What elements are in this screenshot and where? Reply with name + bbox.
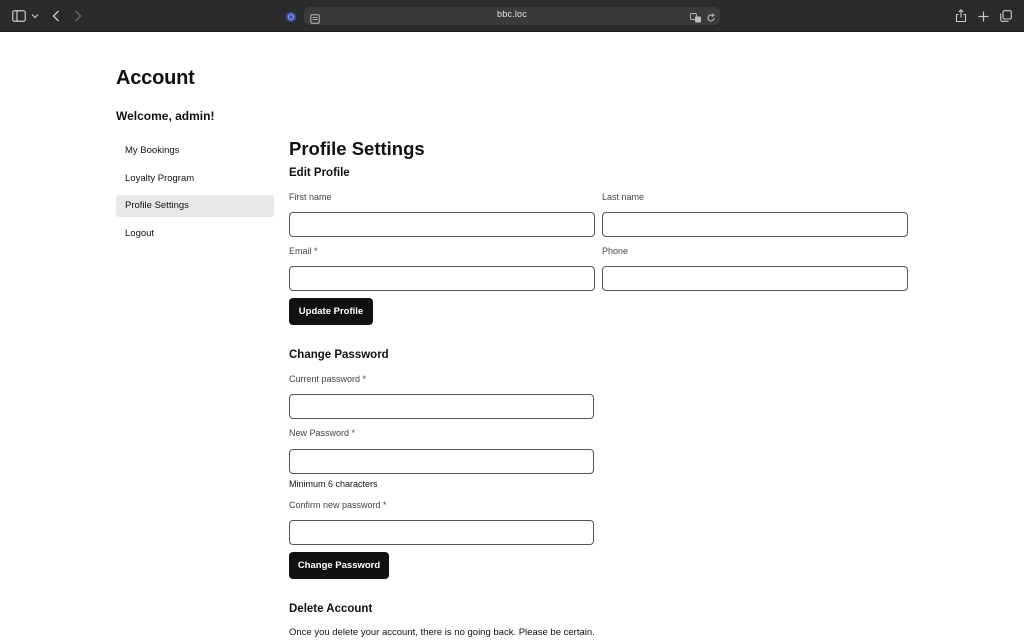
delete-account-warning: Once you delete your account, there is n… bbox=[289, 627, 595, 638]
page-title: Account bbox=[116, 67, 195, 89]
profile-settings-heading: Profile Settings bbox=[289, 138, 425, 159]
email-label: Email * bbox=[289, 246, 318, 256]
address-bar[interactable]: bbc.loc bbox=[304, 7, 720, 25]
chevron-down-icon[interactable] bbox=[30, 6, 40, 26]
confirm-password-input[interactable] bbox=[289, 520, 594, 545]
current-password-input[interactable] bbox=[289, 394, 594, 419]
phone-label: Phone bbox=[602, 246, 629, 256]
confirm-password-label: Confirm new password * bbox=[289, 500, 387, 510]
reload-icon[interactable] bbox=[706, 10, 716, 28]
sidebar-item-logout[interactable]: Logout bbox=[116, 223, 274, 245]
password-hint: Minimum 6 characters bbox=[289, 479, 378, 489]
url-text: bbc.loc bbox=[497, 9, 527, 19]
back-icon[interactable] bbox=[50, 6, 62, 26]
new-password-label: New Password * bbox=[289, 428, 356, 438]
first-name-label: First name bbox=[289, 192, 332, 202]
change-password-button[interactable]: Change Password bbox=[289, 552, 389, 579]
new-tab-icon[interactable] bbox=[976, 6, 990, 26]
browser-toolbar: bbc.loc bbox=[0, 0, 1024, 32]
account-sidebar: My Bookings Loyalty Program Profile Sett… bbox=[116, 140, 274, 250]
forward-icon[interactable] bbox=[72, 6, 84, 26]
phone-input[interactable] bbox=[602, 266, 908, 291]
delete-account-heading: Delete Account bbox=[289, 603, 373, 615]
sidebar-item-loyalty-program[interactable]: Loyalty Program bbox=[116, 168, 274, 190]
update-profile-button[interactable]: Update Profile bbox=[289, 298, 373, 325]
sidebar-icon[interactable] bbox=[11, 6, 27, 26]
last-name-label: Last name bbox=[602, 192, 645, 202]
current-password-label: Current password * bbox=[289, 374, 367, 384]
sidebar-item-my-bookings[interactable]: My Bookings bbox=[116, 140, 274, 162]
share-icon[interactable] bbox=[954, 6, 968, 26]
tabs-overview-icon[interactable] bbox=[999, 6, 1013, 26]
last-name-input[interactable] bbox=[602, 212, 908, 237]
shield-icon[interactable] bbox=[285, 10, 297, 28]
welcome-message: Welcome, admin! bbox=[116, 109, 215, 123]
sidebar-item-profile-settings[interactable]: Profile Settings bbox=[116, 195, 274, 217]
translate-icon[interactable] bbox=[690, 10, 702, 28]
change-password-heading: Change Password bbox=[289, 349, 389, 361]
email-input[interactable] bbox=[289, 266, 595, 291]
new-password-input[interactable] bbox=[289, 449, 594, 474]
edit-profile-heading: Edit Profile bbox=[289, 167, 350, 179]
first-name-input[interactable] bbox=[289, 212, 595, 237]
